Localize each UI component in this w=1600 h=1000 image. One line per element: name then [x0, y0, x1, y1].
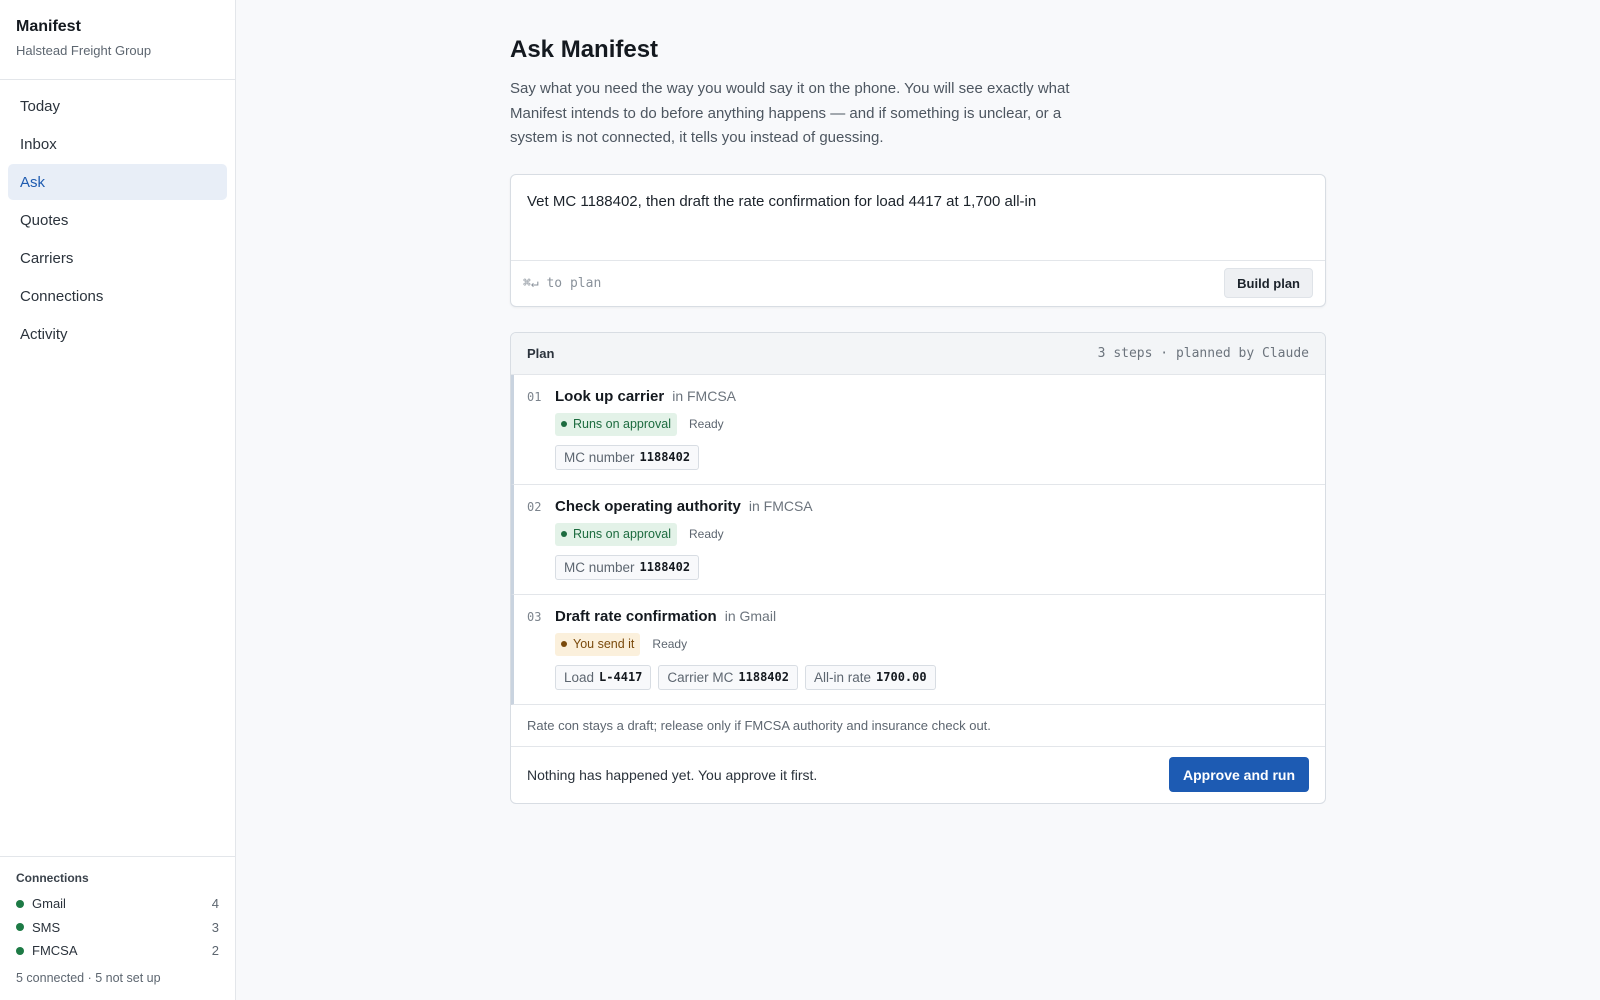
sidebar-item-carriers[interactable]: Carriers — [8, 240, 227, 276]
plan-footer-text: Nothing has happened yet. You approve it… — [527, 766, 818, 783]
param-value: 1188402 — [639, 560, 691, 574]
plan-panel: Plan 3 steps · planned by Claude 01 Look… — [510, 331, 1326, 804]
step-state: Ready — [688, 417, 724, 431]
keyboard-hint: ⌘↵ to plan — [523, 275, 602, 291]
connections-panel: Connections Gmail 4 SMS 3 FMCSA 2 5 conn… — [0, 856, 235, 1000]
sidebar-item-label: Activity — [20, 325, 68, 343]
ask-composer: Vet MC 1188402, then draft the rate conf… — [510, 173, 1326, 307]
plan-header: Plan 3 steps · planned by Claude — [511, 332, 1325, 375]
badge-dot-icon — [561, 421, 567, 427]
composer-footer: ⌘↵ to plan Build plan — [511, 259, 1325, 306]
connection-row-fmcsa[interactable]: FMCSA 2 — [16, 939, 219, 963]
plan-footer: Nothing has happened yet. You approve it… — [511, 747, 1325, 803]
plan-note: Rate con stays a draft; release only if … — [511, 705, 1325, 747]
badge-dot-icon — [561, 641, 567, 647]
connection-name: SMS — [32, 919, 61, 935]
sidebar-item-today[interactable]: Today — [8, 88, 227, 124]
connection-count: 4 — [211, 896, 219, 912]
param-label: MC number — [564, 559, 635, 575]
connected-status-dot — [16, 899, 24, 908]
step-param: MC number 1188402 — [555, 554, 700, 580]
connections-title: Connections — [16, 871, 89, 885]
param-value: 1700.00 — [876, 670, 927, 684]
badge-label: Runs on approval — [573, 417, 671, 431]
page-intro: Say what you need the way you would say … — [510, 80, 1070, 146]
step-number: 01 — [527, 389, 542, 404]
sidebar-item-label: Ask — [20, 173, 46, 191]
badge-label: You send it — [573, 637, 635, 651]
param-label: Carrier MC — [667, 669, 734, 685]
connection-count: 3 — [211, 919, 219, 935]
page-title: Ask Manifest — [510, 36, 659, 63]
step-param: Load L-4417 — [555, 664, 652, 690]
step-system: in FMCSA — [672, 387, 736, 404]
build-plan-button[interactable]: Build plan — [1224, 268, 1313, 298]
connection-count: 2 — [211, 943, 219, 959]
sidebar: Manifest Halstead Freight Group Today In… — [0, 0, 236, 1000]
connections-summary: 5 connected · 5 not set up — [16, 970, 161, 985]
brand: Manifest Halstead Freight Group — [0, 0, 235, 80]
plan-step: 02 Check operating authority in FMCSA Ru… — [511, 484, 1325, 595]
param-value: 1188402 — [738, 670, 789, 684]
badge-label: Runs on approval — [573, 527, 671, 541]
sidebar-item-label: Connections — [20, 287, 104, 305]
connection-row-sms[interactable]: SMS 3 — [16, 916, 219, 940]
plan-step: 03 Draft rate confirmation in Gmail You … — [511, 594, 1325, 705]
step-system: in Gmail — [724, 607, 777, 624]
org-name: Halstead Freight Group — [16, 43, 152, 58]
param-label: Load — [564, 669, 595, 685]
step-param: Carrier MC 1188402 — [658, 664, 798, 690]
step-number: 02 — [527, 499, 542, 514]
app-name: Manifest — [16, 18, 81, 35]
sidebar-item-label: Inbox — [20, 135, 57, 153]
sidebar-item-inbox[interactable]: Inbox — [8, 126, 227, 162]
param-label: MC number — [564, 449, 635, 465]
param-label: All-in rate — [813, 669, 872, 685]
sidebar-item-ask[interactable]: Ask — [8, 164, 227, 200]
connection-name: Gmail — [32, 896, 66, 912]
main-content: Ask Manifest Say what you need the way y… — [510, 36, 1326, 804]
ask-input[interactable]: Vet MC 1188402, then draft the rate conf… — [511, 175, 1325, 261]
step-param: All-in rate 1700.00 — [804, 664, 936, 690]
step-param: MC number 1188402 — [555, 444, 700, 470]
step-title: Look up carrier — [555, 387, 665, 405]
sidebar-nav: Today Inbox Ask Quotes Carriers Connecti… — [0, 80, 235, 362]
param-value: 1188402 — [639, 450, 691, 464]
sidebar-item-activity[interactable]: Activity — [8, 316, 227, 352]
connection-row-gmail[interactable]: Gmail 4 — [16, 892, 219, 916]
approve-and-run-button[interactable]: Approve and run — [1168, 757, 1309, 792]
sidebar-item-label: Carriers — [20, 249, 74, 267]
step-state: Ready — [688, 527, 724, 541]
sidebar-item-label: Today — [20, 97, 61, 115]
connected-status-dot — [16, 923, 24, 932]
plan-step: 01 Look up carrier in FMCSA Runs on appr… — [511, 374, 1325, 485]
step-system: in FMCSA — [748, 497, 813, 514]
step-number: 03 — [527, 609, 542, 624]
connected-status-dot — [16, 946, 24, 955]
step-title: Check operating authority — [555, 497, 741, 515]
approval-badge: Runs on approval — [555, 522, 677, 546]
approval-badge: Runs on approval — [555, 412, 677, 436]
approval-badge: You send it — [555, 632, 641, 656]
sidebar-item-connections[interactable]: Connections — [8, 278, 227, 314]
param-value: L-4417 — [599, 670, 643, 684]
connection-name: FMCSA — [32, 943, 78, 959]
sidebar-item-label: Quotes — [20, 211, 69, 229]
sidebar-item-quotes[interactable]: Quotes — [8, 202, 227, 238]
plan-title: Plan — [527, 345, 555, 361]
badge-dot-icon — [561, 531, 567, 537]
step-state: Ready — [652, 637, 688, 651]
step-title: Draft rate confirmation — [555, 607, 717, 625]
plan-meta: 3 steps · planned by Claude — [1097, 345, 1309, 361]
